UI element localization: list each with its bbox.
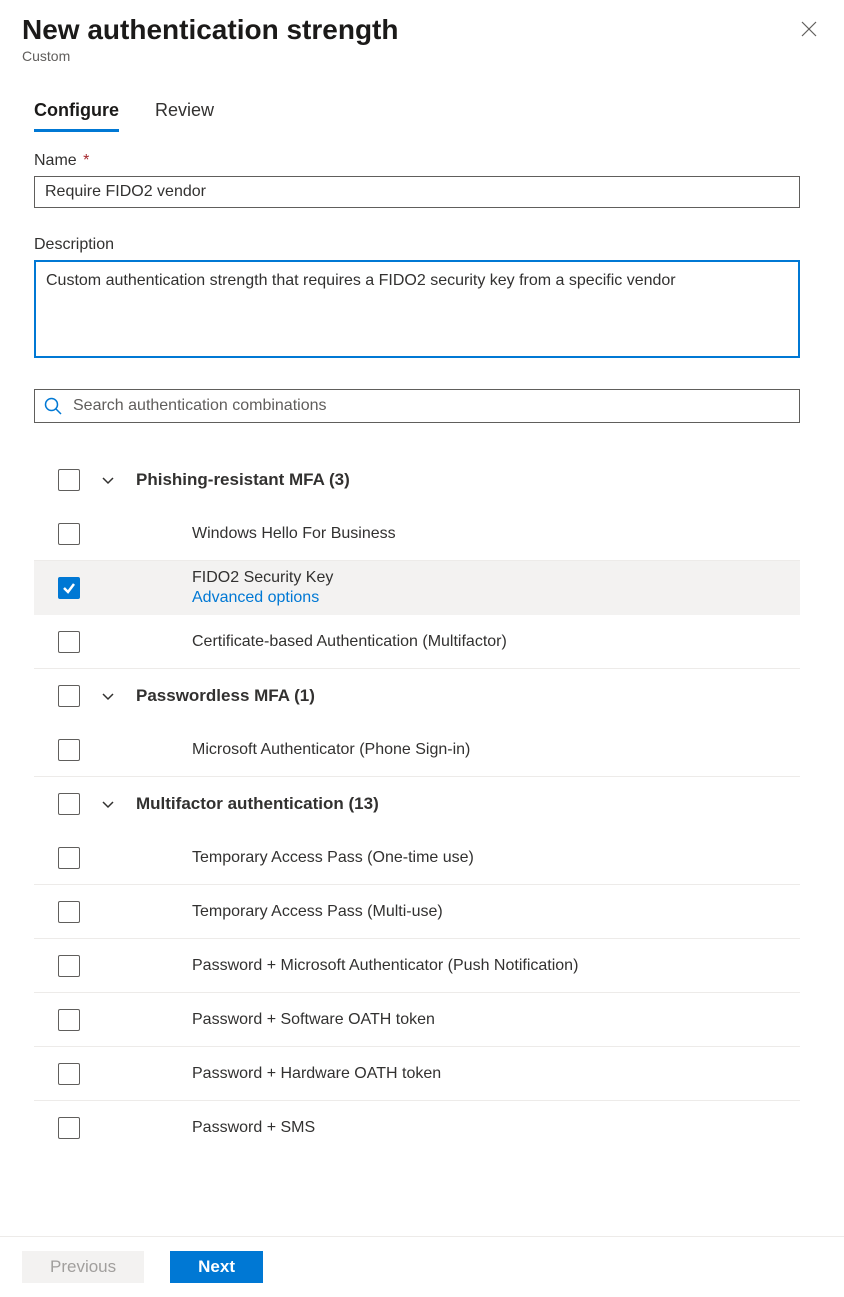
scroll-area[interactable]: Configure Review Name * Description Cust…	[0, 70, 844, 1236]
item-checkbox[interactable]	[58, 955, 80, 977]
item-checkbox[interactable]	[58, 577, 80, 599]
close-icon	[800, 20, 818, 38]
group-checkbox[interactable]	[58, 793, 80, 815]
item-label: Password + Microsoft Authenticator (Push…	[192, 957, 800, 975]
checkmark-icon	[62, 581, 76, 595]
group-label: Multifactor authentication (13)	[136, 794, 800, 814]
item-label: Password + Hardware OATH token	[192, 1065, 800, 1083]
list-item[interactable]: Windows Hello For Business	[34, 507, 800, 561]
tabs: Configure Review	[34, 100, 828, 132]
group-label: Phishing-resistant MFA (3)	[136, 470, 800, 490]
close-button[interactable]	[798, 18, 820, 40]
item-checkbox[interactable]	[58, 739, 80, 761]
tab-review[interactable]: Review	[155, 100, 214, 132]
name-label-text: Name	[34, 152, 77, 169]
item-label: Password + SMS	[192, 1119, 800, 1137]
previous-button[interactable]: Previous	[22, 1251, 144, 1283]
list-item[interactable]: Temporary Access Pass (One-time use)	[34, 831, 800, 885]
group-checkbox[interactable]	[58, 469, 80, 491]
list-item[interactable]: Temporary Access Pass (Multi-use)	[34, 885, 800, 939]
group-header: Passwordless MFA (1)	[34, 669, 800, 723]
page-title: New authentication strength	[22, 14, 822, 46]
group-header: Multifactor authentication (13)	[34, 777, 800, 831]
item-label: Password + Software OATH token	[192, 1011, 800, 1029]
list-item[interactable]: Password + Microsoft Authenticator (Push…	[34, 939, 800, 993]
combination-list: Phishing-resistant MFA (3) Windows Hello…	[34, 453, 800, 1155]
chevron-down-icon	[100, 796, 116, 812]
description-textarea[interactable]: Custom authentication strength that requ…	[34, 260, 800, 358]
group-header: Phishing-resistant MFA (3)	[34, 453, 800, 507]
required-asterisk: *	[79, 152, 90, 169]
item-checkbox[interactable]	[58, 901, 80, 923]
item-label: Certificate-based Authentication (Multif…	[192, 633, 800, 651]
expand-toggle[interactable]	[80, 796, 136, 812]
item-checkbox[interactable]	[58, 1063, 80, 1085]
item-checkbox[interactable]	[58, 847, 80, 869]
item-checkbox[interactable]	[58, 1117, 80, 1139]
search-row[interactable]	[34, 389, 800, 423]
chevron-down-icon	[100, 472, 116, 488]
item-label: Temporary Access Pass (One-time use)	[192, 849, 800, 867]
chevron-down-icon	[100, 688, 116, 704]
name-input[interactable]	[34, 176, 800, 208]
name-label: Name *	[34, 152, 828, 170]
item-checkbox[interactable]	[58, 523, 80, 545]
list-item[interactable]: Certificate-based Authentication (Multif…	[34, 615, 800, 669]
list-item[interactable]: FIDO2 Security Key Advanced options	[34, 561, 800, 615]
list-item[interactable]: Password + SMS	[34, 1101, 800, 1155]
item-label: Temporary Access Pass (Multi-use)	[192, 903, 800, 921]
tab-configure[interactable]: Configure	[34, 100, 119, 132]
item-checkbox[interactable]	[58, 631, 80, 653]
group-checkbox[interactable]	[58, 685, 80, 707]
expand-toggle[interactable]	[80, 688, 136, 704]
panel-header: New authentication strength Custom	[0, 0, 844, 70]
list-item[interactable]: Password + Hardware OATH token	[34, 1047, 800, 1101]
item-label: Microsoft Authenticator (Phone Sign-in)	[192, 741, 800, 759]
item-label: FIDO2 Security Key	[192, 569, 800, 587]
search-input[interactable]	[73, 397, 791, 415]
item-label: Windows Hello For Business	[192, 525, 800, 543]
expand-toggle[interactable]	[80, 472, 136, 488]
group-label: Passwordless MFA (1)	[136, 686, 800, 706]
list-item[interactable]: Password + Software OATH token	[34, 993, 800, 1047]
advanced-options-link[interactable]: Advanced options	[192, 589, 800, 607]
list-item[interactable]: Microsoft Authenticator (Phone Sign-in)	[34, 723, 800, 777]
description-label: Description	[34, 236, 828, 254]
search-icon	[43, 396, 63, 416]
next-button[interactable]: Next	[170, 1251, 263, 1283]
footer: Previous Next	[0, 1236, 844, 1297]
page-subtitle: Custom	[22, 48, 822, 64]
item-checkbox[interactable]	[58, 1009, 80, 1031]
